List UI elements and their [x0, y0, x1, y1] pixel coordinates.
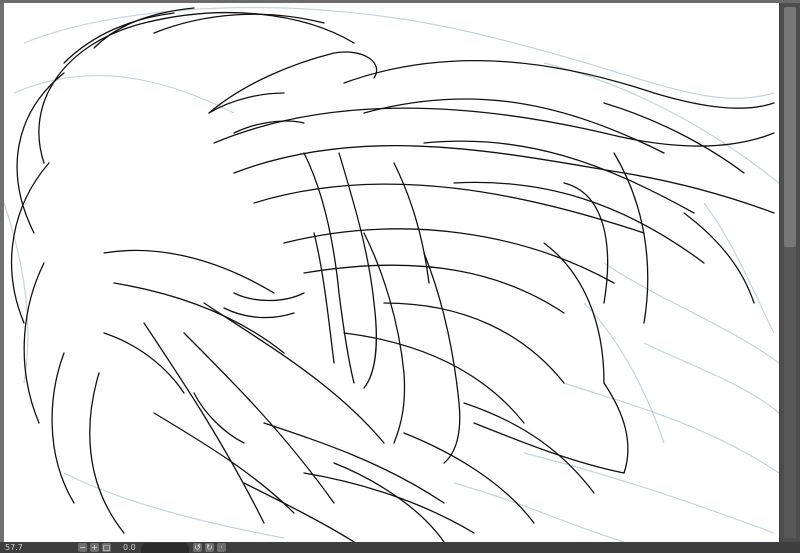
ink-layer: [10, 7, 775, 542]
fit-view-icon[interactable]: ▢: [102, 543, 111, 552]
zoom-in-icon[interactable]: +: [90, 543, 99, 552]
line-art: [4, 6, 779, 542]
rotation-dial[interactable]: [141, 543, 189, 553]
rotation-angle: 0.0: [123, 543, 136, 552]
rotate-left-icon[interactable]: ↺: [193, 543, 202, 552]
status-bar: 57.7 − + ▢ 0.0 ↺ ↻ ·: [0, 542, 800, 553]
zoom-out-icon[interactable]: −: [78, 543, 87, 552]
scrollbar-thumb[interactable]: [784, 7, 796, 247]
zoom-level: 57.7: [5, 543, 23, 552]
reset-rotation-icon[interactable]: ·: [217, 543, 226, 552]
drawing-canvas[interactable]: [4, 3, 779, 542]
vertical-scrollbar[interactable]: [779, 3, 800, 542]
rotate-right-icon[interactable]: ↻: [205, 543, 214, 552]
sketch-layer: [4, 6, 779, 542]
